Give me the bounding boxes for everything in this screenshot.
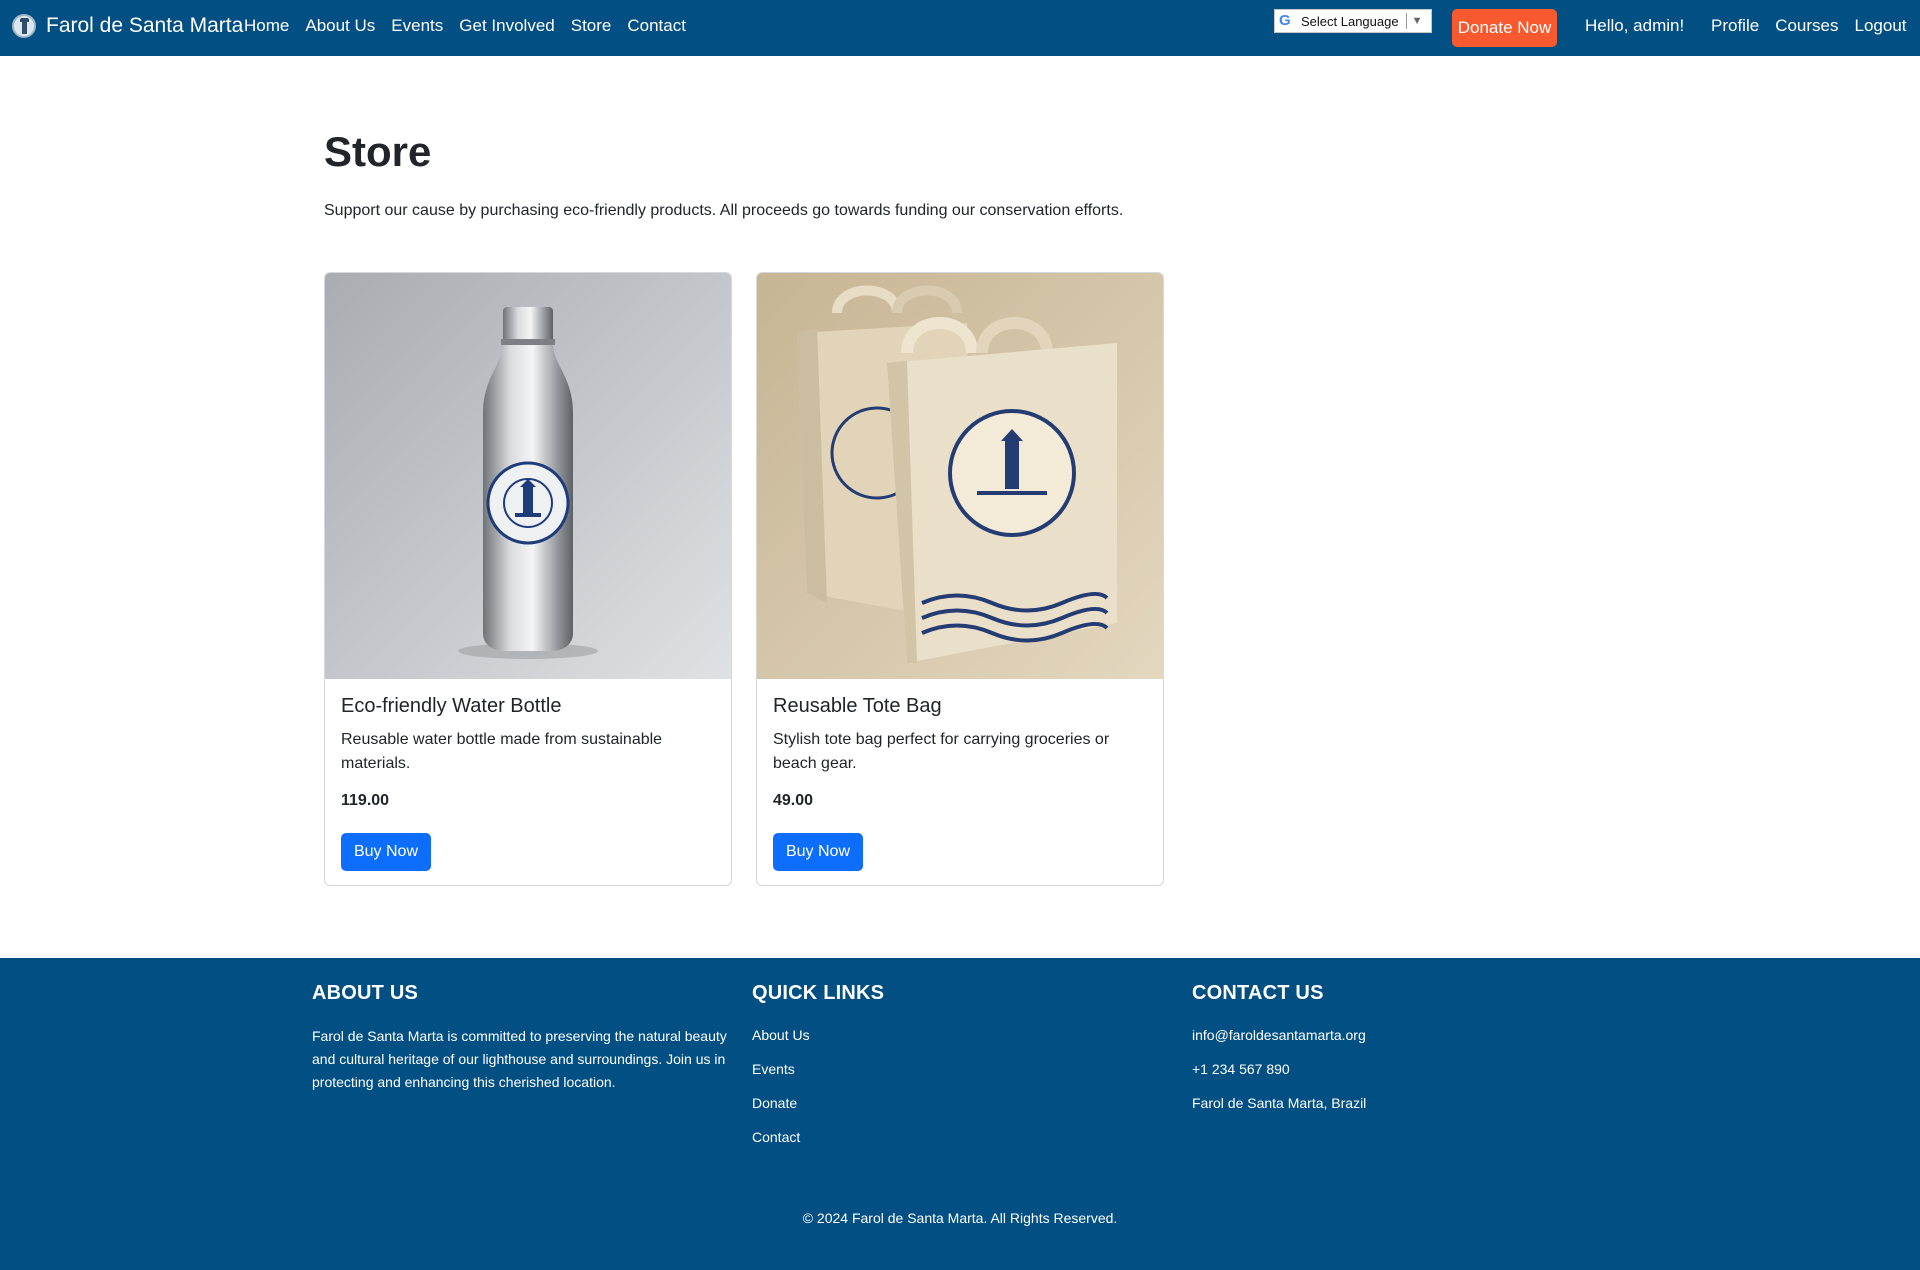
user-nav: Profile Courses Logout	[1711, 16, 1920, 36]
nav-logout[interactable]: Logout	[1855, 16, 1907, 36]
divider	[1405, 13, 1407, 29]
footer-heading: CONTACT US	[1192, 982, 1324, 1004]
main-nav: Home About Us Events Get Involved Store …	[244, 16, 702, 36]
product-title: Eco-friendly Water Bottle	[341, 695, 562, 717]
store-intro: Support our cause by purchasing eco-frie…	[324, 202, 1124, 219]
footer-heading: ABOUT US	[312, 982, 419, 1004]
footer-about: ABOUT US Farol de Santa Marta is committ…	[312, 982, 732, 1094]
quick-links-list: About Us Events Donate Contact	[752, 1025, 884, 1161]
water-bottle-image	[325, 273, 731, 679]
brand[interactable]: Farol de Santa Marta	[12, 14, 243, 38]
nav-contact[interactable]: Contact	[627, 16, 686, 36]
nav-home[interactable]: Home	[244, 16, 289, 36]
copyright: © 2024 Farol de Santa Marta. All Rights …	[802, 1210, 1118, 1226]
product-title: Reusable Tote Bag	[773, 695, 942, 717]
brand-name[interactable]: Farol de Santa Marta	[46, 14, 243, 38]
donate-button[interactable]: Donate Now	[1452, 9, 1557, 47]
nav-profile[interactable]: Profile	[1711, 16, 1759, 36]
product-price: 49.00	[773, 792, 814, 809]
language-select[interactable]: G Select Language ▼	[1274, 9, 1432, 33]
user-greeting: Hello, admin!	[1585, 16, 1685, 35]
buy-now-button[interactable]: Buy Now	[773, 833, 863, 871]
nav-store[interactable]: Store	[571, 16, 612, 36]
buy-now-button[interactable]: Buy Now	[341, 833, 431, 871]
contact-location: Farol de Santa Marta, Brazil	[1192, 1095, 1367, 1111]
card-body: Eco-friendly Water Bottle Reusable water…	[341, 695, 717, 810]
top-navbar: Farol de Santa Marta Home About Us Event…	[0, 0, 1920, 56]
product-card: Reusable Tote Bag Stylish tote bag perfe…	[756, 272, 1164, 886]
site-footer: ABOUT US Farol de Santa Marta is committ…	[0, 958, 1920, 1270]
tote-bag-image	[757, 273, 1163, 679]
lighthouse-logo-icon	[12, 14, 36, 38]
product-description: Stylish tote bag perfect for carrying gr…	[773, 731, 1110, 772]
footer-link-contact[interactable]: Contact	[752, 1129, 800, 1145]
nav-courses[interactable]: Courses	[1775, 16, 1838, 36]
footer-heading: QUICK LINKS	[752, 982, 885, 1004]
contact-phone: +1 234 567 890	[1192, 1061, 1290, 1077]
contact-list: info@faroldesantamarta.org +1 234 567 89…	[1192, 1025, 1366, 1127]
language-select-label: Select Language	[1301, 13, 1399, 29]
footer-about-text: Farol de Santa Marta is committed to pre…	[312, 1028, 727, 1090]
product-card: Eco-friendly Water Bottle Reusable water…	[324, 272, 732, 886]
footer-contact: CONTACT US info@faroldesantamarta.org +1…	[1192, 982, 1366, 1127]
contact-email: info@faroldesantamarta.org	[1192, 1027, 1366, 1043]
product-price: 119.00	[341, 792, 390, 809]
nav-get-involved[interactable]: Get Involved	[459, 16, 554, 36]
footer-link-events[interactable]: Events	[752, 1061, 795, 1077]
product-description: Reusable water bottle made from sustaina…	[341, 731, 663, 772]
footer-quick-links: QUICK LINKS About Us Events Donate Conta…	[752, 982, 884, 1161]
footer-link-about-us[interactable]: About Us	[752, 1027, 810, 1043]
footer-link-donate[interactable]: Donate	[752, 1095, 797, 1111]
google-icon: G	[1279, 12, 1291, 29]
page-title: Store	[324, 128, 432, 175]
dropdown-arrow-icon: ▼	[1411, 15, 1423, 27]
nav-about-us[interactable]: About Us	[305, 16, 375, 36]
card-body: Reusable Tote Bag Stylish tote bag perfe…	[773, 695, 1149, 810]
nav-events[interactable]: Events	[391, 16, 443, 36]
